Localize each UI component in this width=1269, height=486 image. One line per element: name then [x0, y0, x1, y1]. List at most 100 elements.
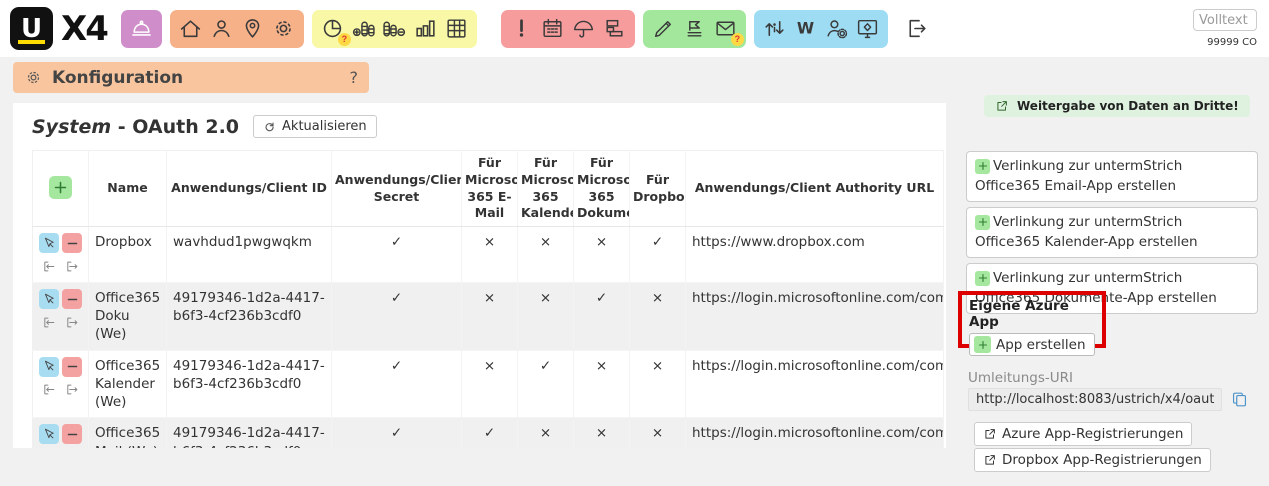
cell-kalender-flag: ×: [518, 418, 574, 448]
planning-button[interactable]: [599, 12, 630, 46]
create-office365-email-app-label: Verlinkung zur untermStrich Office365 Em…: [975, 158, 1182, 194]
office365-link-buttons: Verlinkung zur untermStrich Office365 Em…: [966, 151, 1258, 314]
expenses-button[interactable]: [379, 12, 410, 46]
edit-button[interactable]: [648, 12, 679, 46]
section-title-oauth: - OAuth 2.0: [111, 116, 239, 138]
page-title-bar: Konfiguration ?: [13, 62, 369, 93]
export-row-button[interactable]: [62, 380, 82, 400]
exclamation-icon: [509, 16, 534, 41]
create-office365-email-app-button[interactable]: Verlinkung zur untermStrich Office365 Em…: [966, 151, 1258, 202]
table-header-row: Name Anwendungs/Client ID Anwendungs/Cli…: [33, 151, 944, 227]
home-button[interactable]: [175, 12, 206, 46]
export-row-button[interactable]: [62, 256, 82, 276]
cell-email-flag: ×: [462, 227, 518, 283]
minus-icon: [65, 427, 80, 442]
external-link-icon: [983, 427, 997, 441]
dropbox-app-registrations-button[interactable]: Dropbox App-Registrierungen: [974, 448, 1211, 472]
tasks-button[interactable]: [506, 12, 537, 46]
cell-dropbox-flag: ✓: [630, 227, 686, 283]
toolbar-group-time: [501, 10, 635, 48]
table-row: Office365 Mail (We) 49179346-1d2a-4417-b…: [33, 418, 944, 448]
copy-uri-button[interactable]: [1229, 390, 1249, 410]
table-row: Office365 Kalender (We) 49179346-1d2a-44…: [33, 350, 944, 418]
cell-email-flag: ×: [462, 350, 518, 418]
coins-minus-icon: [382, 16, 407, 41]
create-office365-kalender-app-label: Verlinkung zur untermStrich Office365 Ka…: [975, 214, 1198, 250]
create-azure-app-button[interactable]: App erstellen: [969, 333, 1095, 356]
settings-button[interactable]: [268, 12, 299, 46]
data-sharing-notice-button[interactable]: Weitergabe von Daten an Dritte!: [984, 95, 1250, 117]
create-office365-kalender-app-button[interactable]: Verlinkung zur untermStrich Office365 Ka…: [966, 207, 1258, 258]
cell-authority-url: https://www.dropbox.com: [686, 227, 944, 283]
select-row-button[interactable]: [39, 233, 59, 253]
row-actions: [33, 350, 89, 418]
col-m365-kalender: Für Microsoft 365 Kalender: [518, 151, 574, 227]
cell-authority-url: https://login.microsoftonline.com/common: [686, 283, 944, 351]
import-row-button[interactable]: [39, 312, 59, 332]
select-row-button[interactable]: [39, 357, 59, 377]
delete-row-button[interactable]: [62, 424, 82, 444]
pencil-icon: [651, 16, 676, 41]
oauth-panel: System - OAuth 2.0 Aktualisieren Name An…: [13, 103, 946, 448]
import-row-button[interactable]: [39, 380, 59, 400]
col-m365-email: Für Microsoft 365 E-Mail: [462, 151, 518, 227]
delete-row-button[interactable]: [62, 357, 82, 377]
addresses-button[interactable]: [237, 12, 268, 46]
service-menu-button[interactable]: [126, 12, 157, 46]
absence-button[interactable]: [568, 12, 599, 46]
redirect-uri-field[interactable]: [968, 388, 1222, 411]
select-row-button[interactable]: [39, 289, 59, 309]
help-link[interactable]: ?: [350, 68, 359, 87]
logo-u-letter: U: [21, 14, 42, 44]
contacts-button[interactable]: [206, 12, 237, 46]
toolbar-group-service: [121, 10, 162, 48]
mail-button[interactable]: ?: [710, 12, 741, 46]
table-row: Office365 Doku (We) 49179346-1d2a-4417-b…: [33, 283, 944, 351]
add-entry-button[interactable]: [49, 176, 72, 199]
cursor-icon: [42, 292, 57, 307]
col-name: Name: [89, 151, 167, 227]
spreadsheet-button[interactable]: [441, 12, 472, 46]
select-row-button[interactable]: [39, 424, 59, 444]
cell-dokumente-flag: ×: [574, 418, 630, 448]
col-client-id: Anwendungs/Client ID: [167, 151, 332, 227]
chart-button[interactable]: [410, 12, 441, 46]
sort-button[interactable]: [759, 12, 790, 46]
refresh-button[interactable]: Aktualisieren: [253, 115, 377, 138]
export-icon: [65, 259, 80, 274]
import-row-button[interactable]: [39, 447, 59, 448]
page-title: Konfiguration: [52, 68, 183, 88]
export-icon: [65, 382, 80, 397]
calendar-button[interactable]: [537, 12, 568, 46]
statistics-button[interactable]: ?: [317, 12, 348, 46]
remote-desktop-button[interactable]: [852, 12, 883, 46]
cell-client-id: 49179346-1d2a-4417-b6f3-4cf236b3cdf0: [167, 350, 332, 418]
export-icon: [65, 315, 80, 330]
create-azure-app-label: App erstellen: [996, 337, 1086, 353]
azure-app-registrations-button[interactable]: Azure App-Registrierungen: [974, 422, 1192, 446]
plus-icon: [975, 215, 990, 230]
logo-x4: X4: [61, 9, 107, 49]
user-admin-button[interactable]: [821, 12, 852, 46]
reports-button[interactable]: [679, 12, 710, 46]
home-icon: [178, 16, 203, 41]
calendar-icon: [540, 16, 565, 41]
export-row-button[interactable]: [62, 447, 82, 448]
plus-icon: [52, 179, 69, 196]
cell-email-flag: ×: [462, 283, 518, 351]
delete-row-button[interactable]: [62, 233, 82, 253]
income-button[interactable]: [348, 12, 379, 46]
fulltext-search-input[interactable]: [1193, 9, 1257, 31]
word-button[interactable]: [790, 12, 821, 46]
col-dropbox: Für Dropbox: [630, 151, 686, 227]
cell-dropbox-flag: ×: [630, 350, 686, 418]
cell-name: Office365 Doku (We): [89, 283, 167, 351]
cell-authority-url: https://login.microsoftonline.com/common: [686, 350, 944, 418]
col-authority-url: Anwendungs/Client Authority URL: [686, 151, 944, 227]
import-icon: [42, 315, 57, 330]
delete-row-button[interactable]: [62, 289, 82, 309]
gear-icon: [271, 16, 296, 41]
logout-button[interactable]: [901, 12, 932, 46]
import-row-button[interactable]: [39, 256, 59, 276]
export-row-button[interactable]: [62, 312, 82, 332]
